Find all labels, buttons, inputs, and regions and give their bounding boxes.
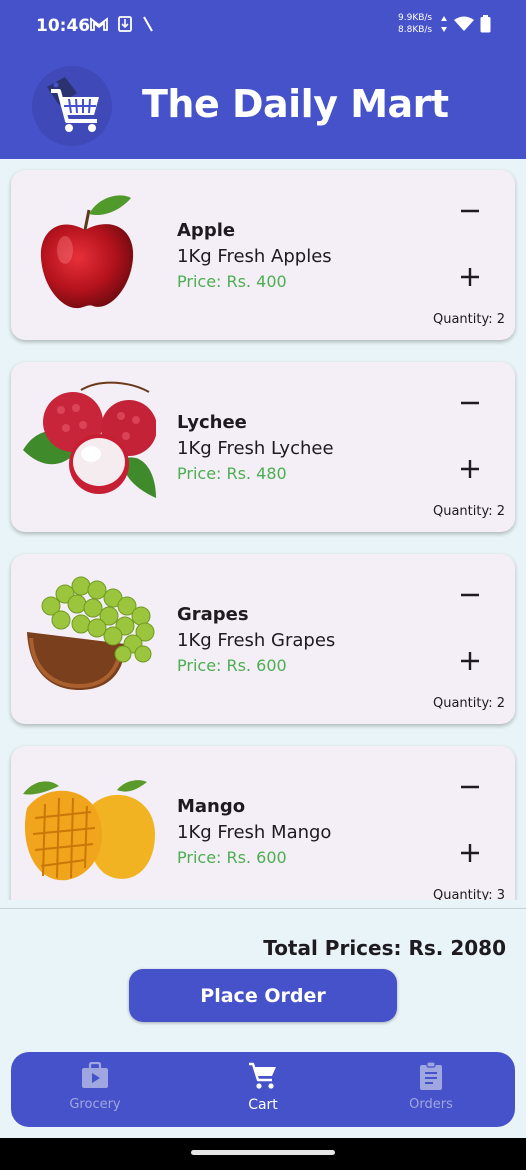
increase-quantity-button[interactable] (455, 646, 485, 676)
decrease-quantity-button[interactable] (455, 196, 485, 226)
nav-label-orders: Orders (409, 1097, 453, 1112)
decrease-quantity-button[interactable] (455, 388, 485, 418)
status-time: 10:46 (36, 16, 91, 36)
status-bar: 10:46 9.9KB/s 8.8KB/s (0, 0, 526, 54)
increase-quantity-button[interactable] (455, 262, 485, 292)
cart-item-apple: Apple 1Kg Fresh Apples Price: Rs. 400 Qu… (11, 170, 515, 340)
mango-image (23, 780, 155, 881)
item-price: Price: Rs. 480 (177, 464, 287, 483)
item-price: Price: Rs. 600 (177, 656, 287, 675)
item-quantity: Quantity: 2 (432, 312, 505, 327)
gmail-icon (90, 17, 108, 31)
bottom-navigation: Grocery Cart Orders (11, 1052, 515, 1127)
item-description: 1Kg Fresh Mango (177, 822, 332, 843)
item-quantity: Quantity: 3 (432, 888, 505, 900)
item-price: Price: Rs. 400 (177, 272, 287, 291)
cart-icon (249, 1062, 276, 1089)
home-gesture-handle[interactable] (191, 1150, 335, 1155)
item-name: Lychee (177, 412, 247, 433)
item-price: Price: Rs. 600 (177, 848, 287, 867)
item-name: Grapes (177, 604, 249, 625)
place-order-button[interactable]: Place Order (129, 969, 397, 1022)
apple-image (40, 195, 134, 309)
clipboard-icon (420, 1061, 442, 1090)
decrease-quantity-button[interactable] (455, 580, 485, 610)
item-quantity: Quantity: 2 (432, 696, 505, 711)
item-description: 1Kg Fresh Apples (177, 246, 332, 267)
app-title: The Daily Mart (142, 82, 449, 126)
net-up-speed: 9.9KB/s (398, 13, 433, 23)
nav-item-cart[interactable]: Cart (203, 1062, 323, 1113)
cart-list[interactable]: Apple 1Kg Fresh Apples Price: Rs. 400 Qu… (0, 159, 526, 900)
grapes-image (27, 576, 155, 690)
summary-divider (0, 908, 526, 909)
shopping-cart-logo-icon (47, 77, 99, 132)
shopping-bag-icon (82, 1061, 108, 1088)
network-speed: 9.9KB/s 8.8KB/s (398, 12, 432, 36)
increase-quantity-button[interactable] (455, 454, 485, 484)
system-icons (440, 15, 491, 33)
nav-item-orders[interactable]: Orders (371, 1061, 491, 1112)
battery-icon (480, 15, 491, 33)
nav-label-cart: Cart (248, 1097, 278, 1113)
cart-item-grapes: Grapes 1Kg Fresh Grapes Price: Rs. 600 Q… (11, 554, 515, 724)
item-description: 1Kg Fresh Lychee (177, 438, 334, 459)
app-logo (32, 66, 112, 146)
item-name: Mango (177, 796, 246, 817)
item-quantity: Quantity: 2 (432, 504, 505, 519)
cart-item-lychee: Lychee 1Kg Fresh Lychee Price: Rs. 480 Q… (11, 362, 515, 532)
app-bar: The Daily Mart (0, 54, 526, 159)
slash-icon (143, 16, 153, 32)
cart-item-mango: Mango 1Kg Fresh Mango Price: Rs. 600 Qua… (11, 746, 515, 900)
increase-quantity-button[interactable] (455, 838, 485, 868)
download-icon (118, 16, 132, 32)
total-price: Total Prices: Rs. 2080 (263, 936, 506, 960)
net-down-speed: 8.8KB/s (398, 25, 433, 35)
nav-item-grocery[interactable]: Grocery (35, 1061, 155, 1112)
wifi-icon (454, 16, 474, 31)
item-description: 1Kg Fresh Grapes (177, 630, 336, 651)
decrease-quantity-button[interactable] (455, 772, 485, 802)
lychee-image (23, 381, 156, 498)
notification-icons (90, 16, 154, 32)
nav-label-grocery: Grocery (69, 1097, 121, 1112)
system-nav-bar (0, 1138, 526, 1170)
data-arrows-icon (441, 16, 447, 32)
item-name: Apple (177, 220, 236, 241)
